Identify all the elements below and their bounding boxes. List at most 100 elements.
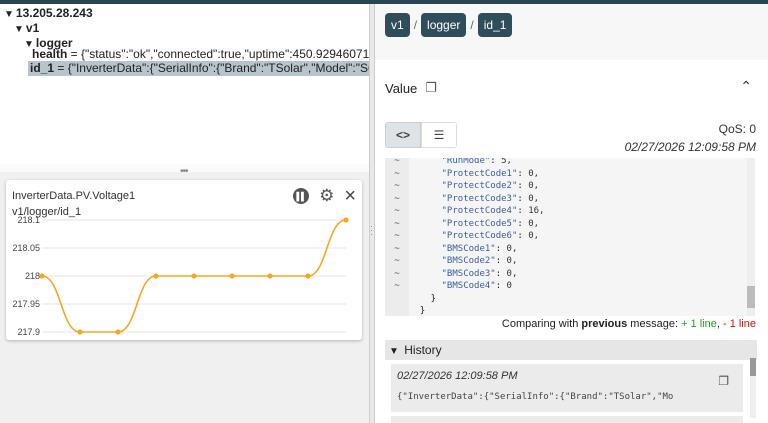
json-key: "ProtectCode1" — [441, 168, 518, 179]
fold-marker-icon[interactable]: ~ — [385, 230, 409, 243]
data-point[interactable] — [305, 273, 311, 279]
json-value: 0, — [528, 231, 540, 241]
y-tick-label: 218.05 — [12, 243, 40, 253]
right-pane: v1 / logger / id_1 Value ❐ ⌃ <> ☰ QoS: 0… — [375, 4, 768, 423]
chart-title: InverterData.PV.Voltage1 — [12, 190, 136, 202]
data-point[interactable] — [229, 273, 235, 279]
json-value: 16, — [528, 206, 545, 216]
tree-node-key: id_1 — [30, 61, 55, 75]
compare-summary: Comparing with previous message: + 1 lin… — [502, 318, 756, 330]
json-key: "BMSCode1" — [441, 243, 496, 254]
code-line: ~ "ProtectCode3": 0, — [385, 193, 539, 206]
json-key: "RunMode" — [441, 158, 491, 166]
breadcrumb-logger[interactable]: logger — [421, 13, 467, 37]
breadcrumb-separator: / — [470, 18, 474, 32]
chevron-up-icon[interactable]: ⌃ — [740, 78, 752, 95]
code-line: ~ "ProtectCode1": 0, — [385, 168, 539, 181]
json-value: 0, — [528, 168, 540, 179]
json-key: "ProtectCode3" — [441, 193, 518, 204]
json-key: "ProtectCode5" — [441, 218, 518, 229]
tree-node-health[interactable]: health = {"status":"ok","connected":true… — [32, 47, 369, 62]
json-code-view[interactable]: ~ "RunMode": 5, ~ "ProtectCode1": 0, ~ "Pr… — [385, 158, 755, 316]
y-tick-label: 217.9 — [17, 327, 40, 337]
tree-node-root[interactable]: ▼ 13.205.28.243 — [4, 6, 93, 21]
history-item[interactable] — [391, 416, 743, 423]
json-brace: } — [409, 293, 437, 304]
data-point[interactable] — [77, 329, 83, 335]
tree-node-v1[interactable]: ▼ v1 — [14, 21, 39, 36]
expanded-triangle-icon[interactable]: ▼ — [14, 22, 24, 37]
fold-marker-icon[interactable]: ~ — [385, 243, 409, 256]
drag-handle-icon[interactable]: · · · — [370, 222, 373, 239]
fold-marker-icon[interactable]: ~ — [385, 280, 409, 293]
code-line: } — [385, 305, 425, 316]
close-icon[interactable]: × — [344, 186, 356, 206]
copy-icon[interactable]: ❐ — [425, 80, 437, 96]
code-line: ~ "ProtectCode6": 0, — [385, 230, 539, 243]
history-item-time: 02/27/2026 12:09:58 PM — [397, 370, 518, 382]
raw-view-button[interactable]: ☰ — [421, 122, 457, 148]
code-line: } — [385, 293, 436, 306]
compare-prefix: Comparing with — [501, 318, 582, 330]
expanded-triangle-icon[interactable]: ▼ — [389, 342, 399, 362]
json-value: 0 — [506, 281, 512, 291]
chart-area: InverterData.PV.Voltage1 v1/logger/id_1 … — [0, 172, 369, 423]
code-line: ~ "ProtectCode5": 0, — [385, 218, 539, 231]
data-point[interactable] — [153, 273, 159, 279]
value-heading: Value — [385, 80, 418, 96]
tree-node-id1[interactable]: id_1 = {"InverterData":{"SerialInfo":{"B… — [28, 61, 369, 76]
tree-node-key: health — [32, 47, 68, 61]
y-tick-label: 217.95 — [12, 299, 40, 309]
data-point[interactable] — [343, 217, 349, 223]
value-panel: Value ❐ ⌃ <> ☰ QoS: 0 02/27/2026 12:09:5… — [375, 60, 768, 423]
added-lines: + 1 line — [681, 318, 717, 330]
fold-marker-icon[interactable]: ~ — [385, 180, 409, 193]
history-item[interactable]: 02/27/2026 12:09:58 PM ❐ {"InverterData"… — [391, 364, 743, 412]
fold-marker-icon[interactable]: ~ — [385, 255, 409, 268]
fold-marker-icon[interactable]: ~ — [385, 218, 409, 231]
code-line: ~ "BMSCode1": 0, — [385, 243, 517, 256]
fold-marker-icon[interactable]: ~ — [385, 158, 409, 168]
topic-tree: ▼ 13.205.28.243 ▼ v1 ▼ logger health = {"st… — [0, 4, 369, 164]
code-line: ~ "BMSCode3": 0, — [385, 268, 517, 281]
json-value: 0, — [528, 218, 540, 229]
fold-marker-icon[interactable]: ~ — [385, 268, 409, 281]
history-header[interactable]: ▼ History — [385, 340, 757, 360]
json-value: 5, — [501, 158, 512, 166]
json-value: 0, — [506, 268, 518, 279]
tree-node-value: = {"InverterData":{"SerialInfo":{"Brand"… — [57, 61, 369, 75]
json-key: "ProtectCode2" — [441, 181, 518, 191]
data-point[interactable] — [115, 329, 121, 335]
json-key: "BMSCode2" — [441, 256, 496, 266]
breadcrumb-v1[interactable]: v1 — [385, 13, 410, 37]
chart-card: InverterData.PV.Voltage1 v1/logger/id_1 … — [6, 180, 362, 340]
history-heading: History — [404, 343, 442, 357]
fold-marker-icon[interactable]: ~ — [385, 168, 409, 181]
fold-marker-icon[interactable]: ~ — [385, 205, 409, 218]
breadcrumb: v1 / logger / id_1 — [385, 13, 513, 37]
history-scrollbar-thumb[interactable] — [750, 358, 756, 376]
copy-icon[interactable]: ❐ — [718, 374, 729, 388]
json-key: "ProtectCode4" — [441, 206, 518, 216]
breadcrumb-id1[interactable]: id_1 — [477, 13, 513, 37]
code-view-button[interactable]: <> — [385, 122, 421, 148]
message-timestamp: 02/27/2026 12:09:58 PM — [624, 140, 756, 154]
fold-marker-icon[interactable]: ~ — [385, 193, 409, 206]
expanded-triangle-icon[interactable]: ▼ — [4, 7, 14, 22]
code-scrollbar-thumb[interactable] — [747, 286, 755, 308]
breadcrumb-separator: / — [413, 18, 418, 32]
compare-bold: previous — [581, 318, 628, 330]
data-point[interactable] — [267, 273, 273, 279]
json-value: 0, — [506, 256, 518, 266]
code-line: ~ "BMSCode4": 0 — [385, 280, 512, 293]
data-point[interactable] — [191, 273, 197, 279]
left-pane: ▼ 13.205.28.243 ▼ v1 ▼ logger health = {"st… — [0, 4, 369, 423]
code-line: ~ "RunMode": 5, — [385, 158, 512, 168]
y-tick-label: 218.1 — [17, 216, 40, 225]
removed-lines: - 1 line — [722, 318, 756, 330]
pause-icon[interactable]: ▌▌ — [293, 188, 310, 204]
data-point[interactable] — [39, 273, 45, 279]
value-header[interactable]: Value ❐ — [385, 80, 437, 96]
gear-icon[interactable]: ⚙ — [319, 187, 334, 204]
code-line: ~ "BMSCode2": 0, — [385, 255, 517, 268]
